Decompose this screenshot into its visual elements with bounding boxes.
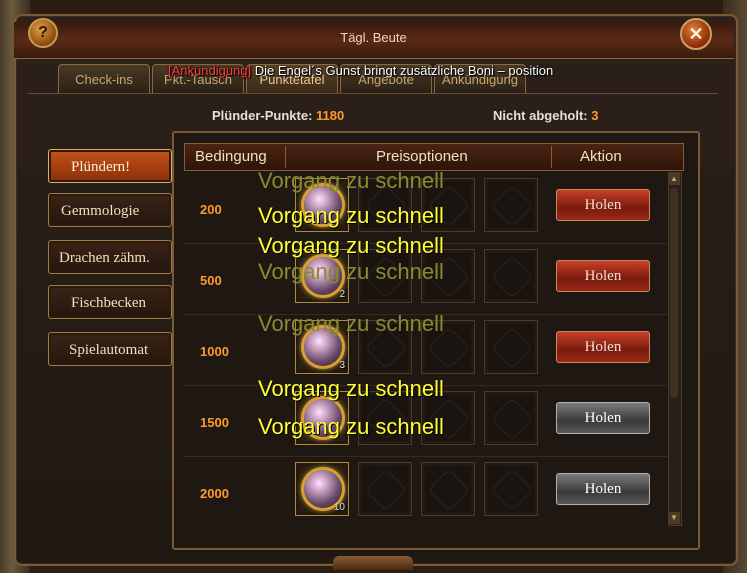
unclaimed-count: Nicht abgeholt: 3 <box>493 108 599 123</box>
claim-button[interactable]: Holen <box>556 189 650 221</box>
sidebar-item-fischbecken[interactable]: Fischbecken <box>48 285 172 319</box>
header-action: Aktion <box>580 148 622 165</box>
empty-slot <box>484 462 538 516</box>
row-condition: 1000 <box>200 344 229 359</box>
toast-message: Vorgang zu schnell <box>258 311 444 336</box>
empty-slot <box>484 249 538 303</box>
loot-points: Plünder-Punkte: 1180 <box>212 108 345 123</box>
empty-slot <box>358 462 412 516</box>
header-condition: Bedingung <box>195 148 267 165</box>
claim-button-disabled[interactable]: Holen <box>556 402 650 434</box>
toast-message: Vorgang zu schnell <box>258 376 444 401</box>
header-prizes: Preisoptionen <box>376 148 468 165</box>
tab-check-ins[interactable]: Check-ins <box>58 64 150 93</box>
toast-message: Vorgang zu schnell <box>258 259 444 284</box>
claim-button[interactable]: Holen <box>556 260 650 292</box>
announcement-tag: [Ankündigung] <box>168 63 252 78</box>
row-condition: 1500 <box>200 415 229 430</box>
loot-points-value: 1180 <box>316 108 345 123</box>
bottom-ornament <box>333 556 413 570</box>
sidebar-item-drachen[interactable]: Drachen zähm. <box>48 240 172 274</box>
empty-slot <box>484 391 538 445</box>
sidebar-item-gemmologie[interactable]: Gemmologie <box>48 193 172 227</box>
scroll-down-icon[interactable]: ▼ <box>668 512 680 524</box>
prize-slot[interactable]: 10 <box>295 462 349 516</box>
sidebar-item-spielautomat[interactable]: Spielautomat <box>48 332 172 366</box>
toast-message: Vorgang zu schnell <box>258 203 444 228</box>
table-header: Bedingung Preisoptionen Aktion <box>184 143 684 171</box>
empty-slot <box>484 178 538 232</box>
announcement-banner: [Ankündigung] Die Engel´s Gunst bringt z… <box>168 63 553 78</box>
empty-slot <box>484 320 538 374</box>
table-row: 2000 10 Holen <box>184 456 668 527</box>
row-condition: 2000 <box>200 486 229 501</box>
help-button[interactable]: ? <box>28 18 58 48</box>
sidebar-item-pluendern[interactable]: Plündern! <box>48 149 172 183</box>
unclaimed-value: 3 <box>591 108 599 123</box>
question-icon: ? <box>38 24 48 41</box>
scroll-thumb[interactable] <box>670 188 678 398</box>
claim-button-disabled[interactable]: Holen <box>556 473 650 505</box>
divider <box>28 93 718 94</box>
close-button[interactable]: ✕ <box>680 18 712 50</box>
toast-message: Vorgang zu schnell <box>258 414 444 439</box>
close-icon: ✕ <box>688 24 704 44</box>
toast-message: Vorgang zu schnell <box>258 168 444 193</box>
window-title: Tägl. Beute <box>340 30 407 45</box>
empty-slot <box>421 462 475 516</box>
toast-message: Vorgang zu schnell <box>258 233 444 258</box>
announcement-text: Die Engel´s Gunst bringt zusätzliche Bon… <box>251 63 554 78</box>
scroll-up-icon[interactable]: ▲ <box>668 173 680 185</box>
row-condition: 500 <box>200 273 222 288</box>
row-condition: 200 <box>200 202 222 217</box>
claim-button[interactable]: Holen <box>556 331 650 363</box>
